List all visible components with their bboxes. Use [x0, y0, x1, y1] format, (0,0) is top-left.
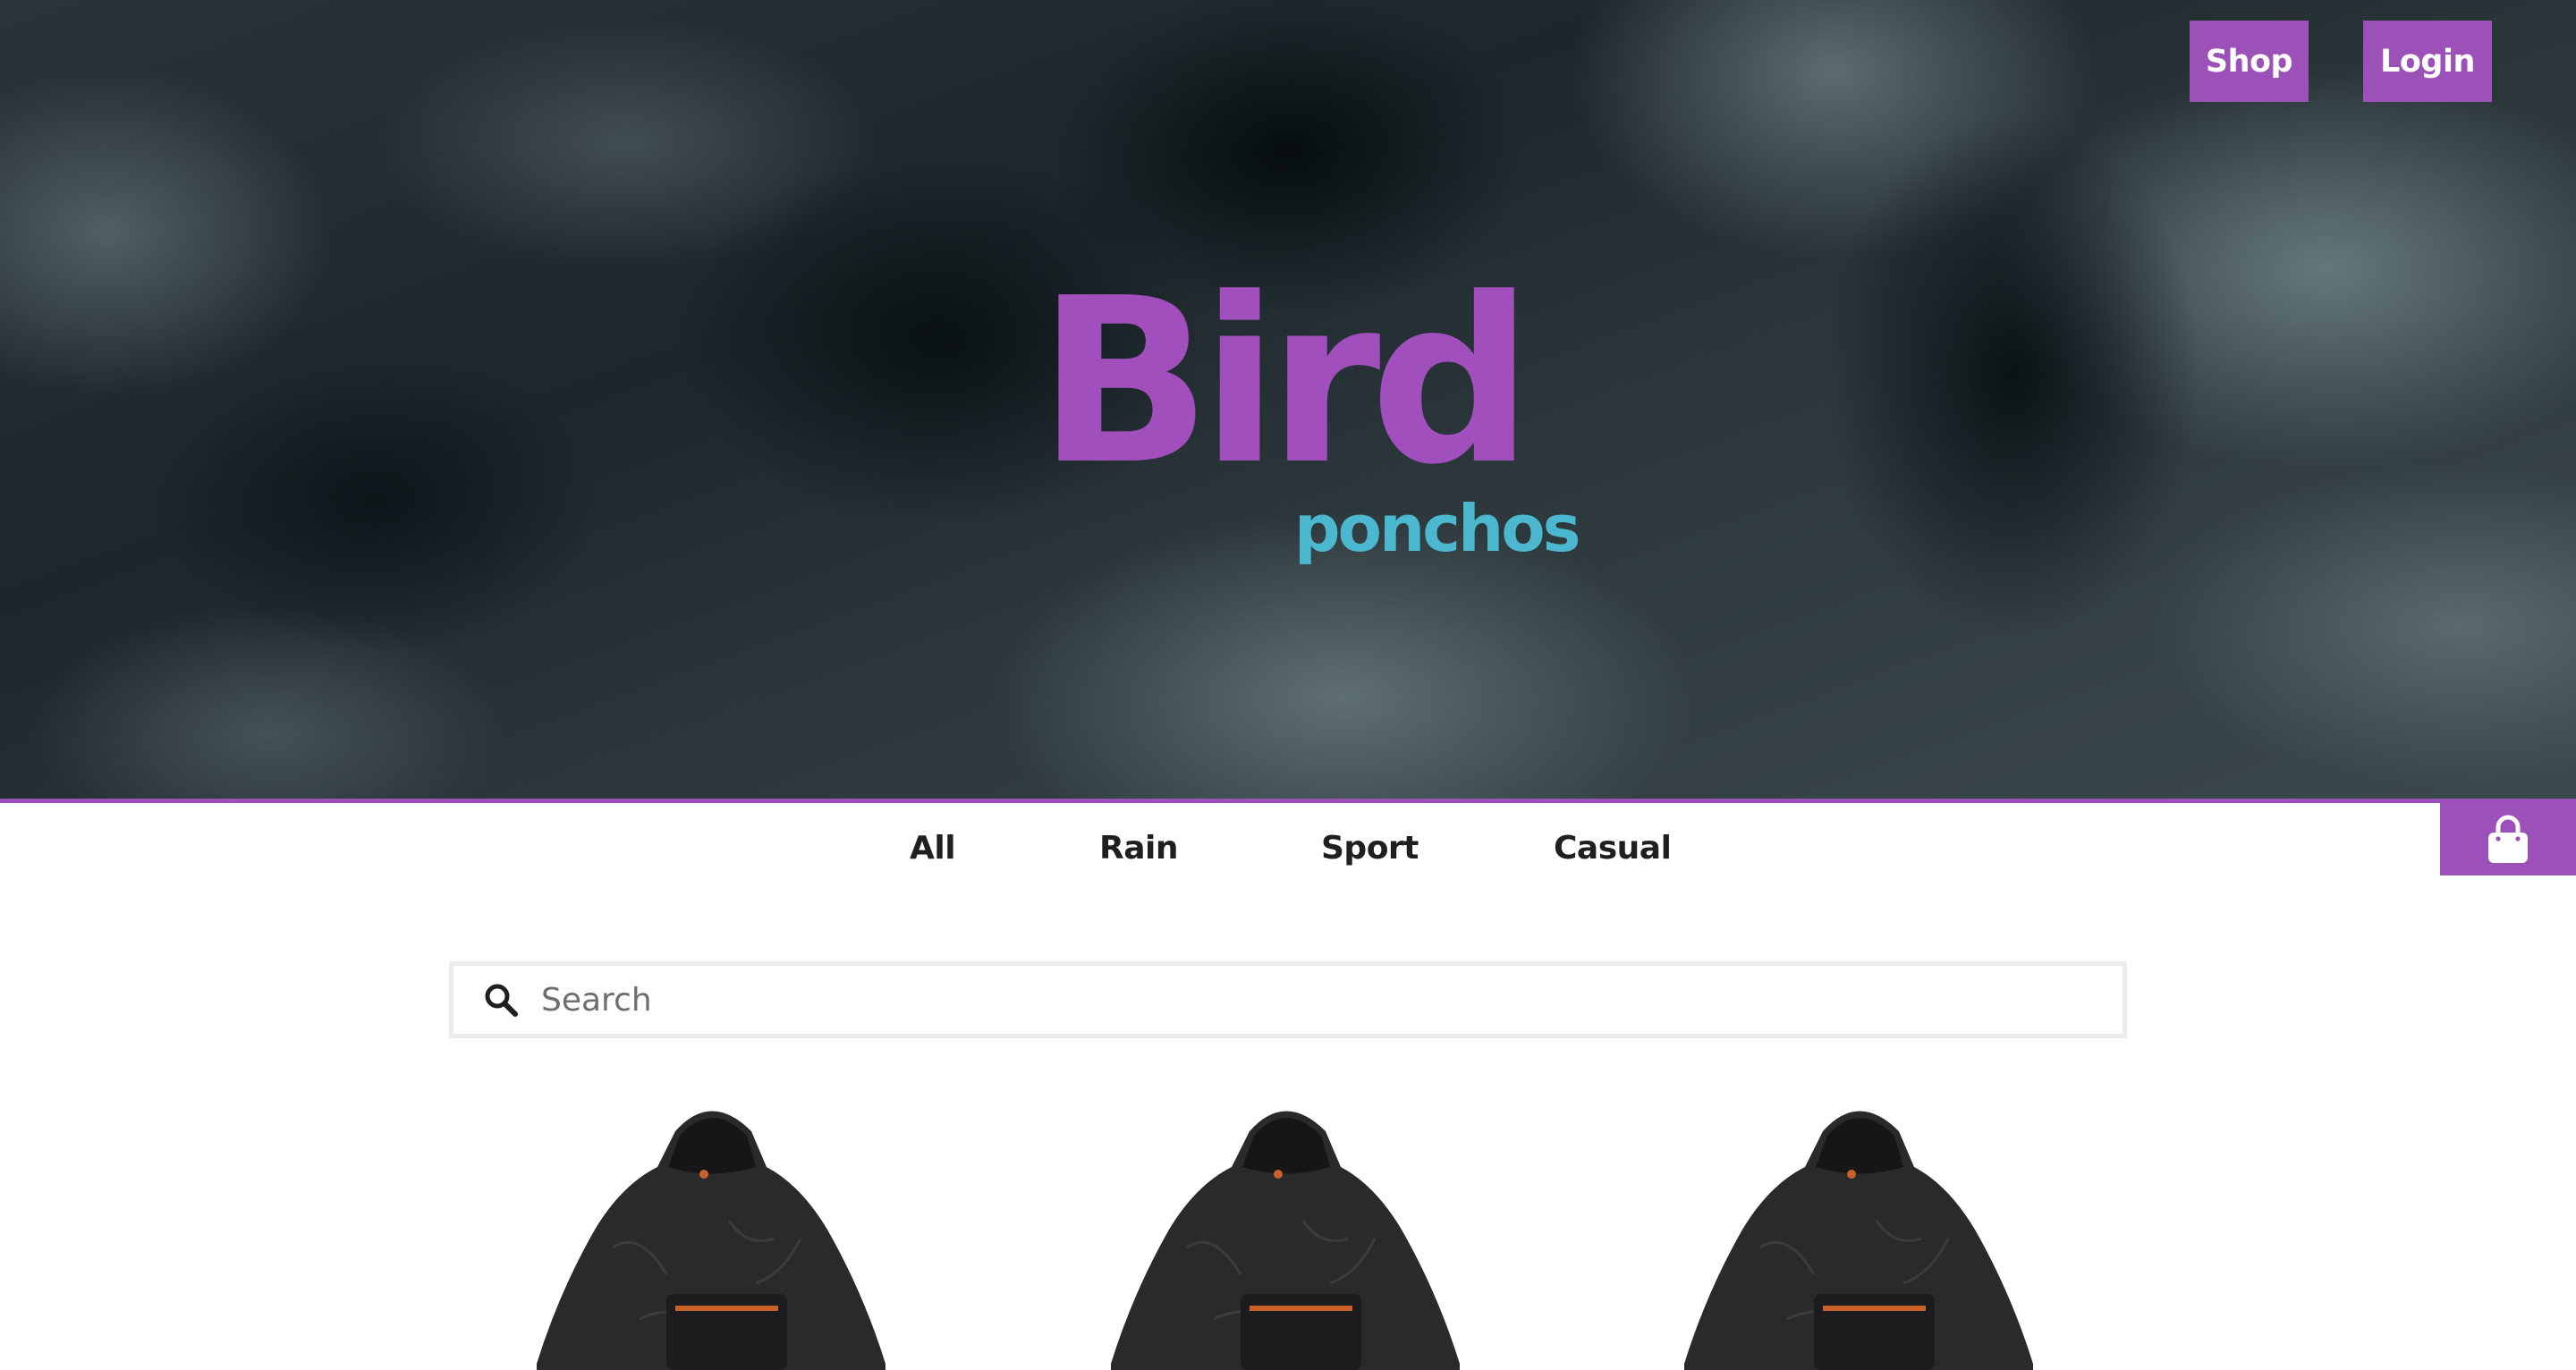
category-sport[interactable]: Sport — [1321, 830, 1419, 867]
login-button[interactable]: Login — [2363, 21, 2492, 102]
category-nav: All Rain Sport Casual — [0, 803, 2576, 901]
category-casual[interactable]: Casual — [1554, 830, 1672, 867]
black-poncho-image — [537, 1111, 886, 1370]
shopping-bag-icon — [2488, 815, 2528, 863]
black-poncho-image — [1111, 1111, 1460, 1370]
brand-subtitle: ponchos — [1294, 491, 1581, 566]
shop-button[interactable]: Shop — [2190, 21, 2309, 102]
product-card[interactable] — [532, 1095, 890, 1370]
brand-title: Bird — [1038, 249, 1533, 515]
category-rain[interactable]: Rain — [1099, 830, 1178, 867]
product-card[interactable] — [1106, 1095, 1464, 1370]
category-all[interactable]: All — [910, 830, 956, 867]
search-icon — [480, 979, 521, 1020]
hero-banner: Shop Login Bird ponchos — [0, 0, 2576, 799]
search-input[interactable] — [541, 973, 2062, 1027]
black-poncho-image — [1684, 1111, 2033, 1370]
cart-button[interactable] — [2440, 803, 2576, 875]
product-card[interactable] — [1680, 1095, 2038, 1370]
search-bar — [449, 961, 2127, 1038]
